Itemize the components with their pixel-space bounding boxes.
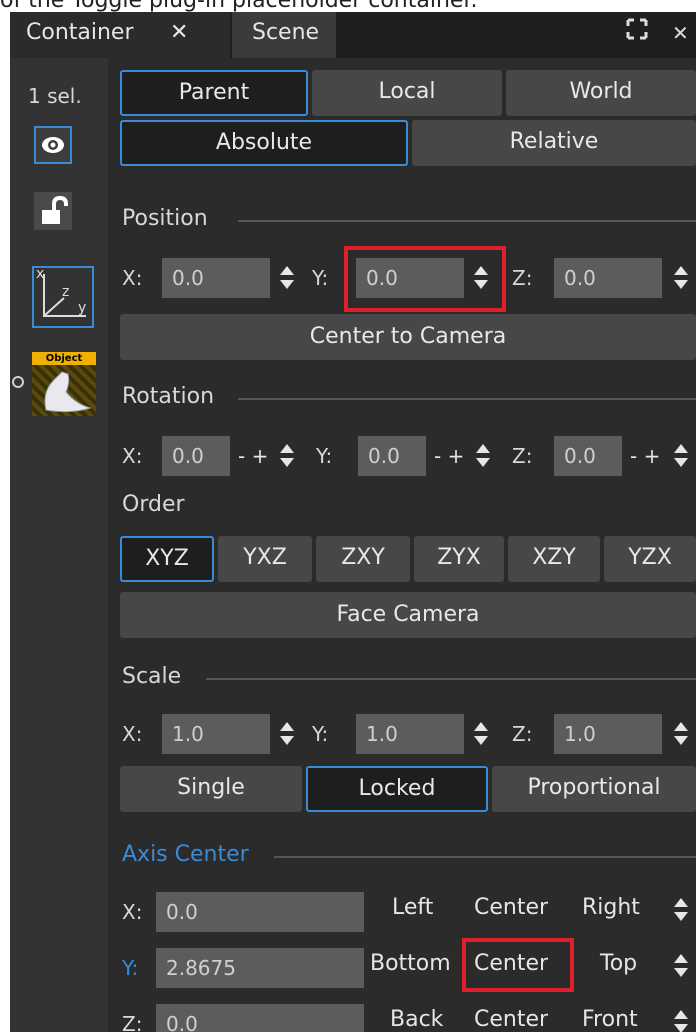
order-title: Order <box>122 492 185 517</box>
axis-y-field[interactable]: 2.8675 <box>156 948 364 988</box>
scale-title: Scale <box>122 664 182 689</box>
tab-scene-label: Scene <box>252 20 320 45</box>
rot-z-spinner[interactable] <box>672 436 688 476</box>
scale-single-button[interactable]: Single <box>120 766 302 812</box>
position-divider <box>238 220 696 222</box>
pos-x-label: X: <box>122 266 143 290</box>
axis-x-spinner[interactable] <box>672 890 688 930</box>
order-xyz-button[interactable]: XYZ <box>120 536 214 582</box>
axis-y-bottom-button[interactable]: Bottom <box>370 944 451 984</box>
order-zyx-button[interactable]: ZYX <box>414 536 504 582</box>
rot-x-plusminus[interactable]: - + <box>238 436 268 476</box>
axis-x-right-button[interactable]: Right <box>582 888 640 928</box>
pos-z-label: Z: <box>512 266 533 290</box>
axis-y-spinner[interactable] <box>672 946 688 986</box>
axis-z-center-button[interactable]: Center <box>474 1000 548 1032</box>
rotation-divider <box>238 398 696 400</box>
coord-world-button[interactable]: World <box>506 70 696 116</box>
scale-x-spinner[interactable] <box>278 714 294 754</box>
axis-y-top-button[interactable]: Top <box>600 944 637 984</box>
axis-z-label: Z: <box>122 1012 143 1032</box>
rot-z-plusminus[interactable]: - + <box>630 436 660 476</box>
axis-z-letter: z <box>62 284 70 300</box>
object-thumbnail[interactable]: Object <box>32 352 96 416</box>
axis-center-divider <box>274 856 696 858</box>
axis-y-center-highlight-box <box>462 938 574 992</box>
order-yzx-button[interactable]: YZX <box>604 536 696 582</box>
coord-parent-button[interactable]: Parent <box>120 70 308 116</box>
rot-z-field[interactable]: 0.0 <box>554 436 622 476</box>
scale-divider <box>206 678 696 680</box>
order-zxy-button[interactable]: ZXY <box>316 536 410 582</box>
relative-button[interactable]: Relative <box>412 120 696 166</box>
selection-count: 1 sel. <box>28 84 82 108</box>
eye-icon <box>42 137 64 153</box>
pos-y-label: Y: <box>312 266 329 290</box>
scale-x-field[interactable]: 1.0 <box>162 714 270 754</box>
axis-y-letter: y <box>78 300 87 316</box>
tab-container[interactable]: Container ✕ <box>10 12 230 58</box>
visibility-toggle[interactable] <box>34 126 72 164</box>
pos-z-field[interactable]: 0.0 <box>554 258 662 298</box>
transform-editor: Parent Local World Absolute Relative Pos… <box>120 58 696 1032</box>
object-shape-icon <box>44 371 92 413</box>
pos-y-highlight-box <box>344 246 506 312</box>
order-xzy-button[interactable]: XZY <box>508 536 600 582</box>
coord-local-button[interactable]: Local <box>312 70 502 116</box>
close-icon[interactable]: ✕ <box>672 12 689 58</box>
scale-z-spinner[interactable] <box>672 714 688 754</box>
lock-toggle[interactable] <box>34 192 72 230</box>
scale-z-label: Z: <box>512 722 533 746</box>
rotation-title: Rotation <box>122 384 215 409</box>
rot-x-label: X: <box>122 444 143 468</box>
radio-icon[interactable] <box>12 376 24 388</box>
axis-z-back-button[interactable]: Back <box>390 1000 443 1032</box>
scale-z-field[interactable]: 1.0 <box>554 714 662 754</box>
absolute-button[interactable]: Absolute <box>120 120 408 166</box>
maximize-icon[interactable] <box>626 12 648 58</box>
scale-y-field[interactable]: 1.0 <box>356 714 464 754</box>
tab-bar: Container ✕ Scene ✕ <box>10 12 696 58</box>
axis-z-spinner[interactable] <box>672 1002 688 1032</box>
scale-x-label: X: <box>122 722 143 746</box>
axis-x-label: X: <box>122 900 143 924</box>
tab-container-label: Container <box>26 20 134 45</box>
axis-z-field[interactable]: 0.0 <box>156 1004 364 1032</box>
rot-x-spinner[interactable] <box>278 436 294 476</box>
rot-z-label: Z: <box>512 444 533 468</box>
rot-x-field[interactable]: 0.0 <box>162 436 230 476</box>
pos-z-spinner[interactable] <box>672 258 688 298</box>
sidebar: 1 sel. x z y Object <box>10 58 108 1032</box>
face-camera-button[interactable]: Face Camera <box>120 592 696 638</box>
rot-y-label: Y: <box>316 444 333 468</box>
rot-y-spinner[interactable] <box>474 436 490 476</box>
container-panel: Container ✕ Scene ✕ 1 sel. x z y Object … <box>10 12 696 1032</box>
rot-y-plusminus[interactable]: - + <box>434 436 464 476</box>
axis-y-label: Y: <box>122 956 139 980</box>
pos-x-field[interactable]: 0.0 <box>162 258 270 298</box>
caption-text: of the Toggle plug-in placeholder contai… <box>0 0 696 12</box>
scale-locked-button[interactable]: Locked <box>306 766 488 812</box>
tab-close-icon[interactable]: ✕ <box>170 12 188 54</box>
scale-y-label: Y: <box>312 722 329 746</box>
rot-y-field[interactable]: 0.0 <box>358 436 426 476</box>
position-title: Position <box>122 206 208 231</box>
tab-scene[interactable]: Scene <box>232 12 336 58</box>
pos-x-spinner[interactable] <box>278 258 294 298</box>
axis-gizmo-icon[interactable]: x z y <box>32 266 94 328</box>
unlock-icon <box>42 195 68 224</box>
axis-center-title: Axis Center <box>122 842 249 867</box>
center-to-camera-button[interactable]: Center to Camera <box>120 314 696 360</box>
axis-x-letter: x <box>36 266 45 282</box>
axis-z-front-button[interactable]: Front <box>582 1000 638 1032</box>
scale-y-spinner[interactable] <box>472 714 488 754</box>
scale-proportional-button[interactable]: Proportional <box>492 766 696 812</box>
axis-x-left-button[interactable]: Left <box>392 888 433 928</box>
axis-x-field[interactable]: 0.0 <box>156 892 364 932</box>
order-yxz-button[interactable]: YXZ <box>218 536 312 582</box>
axis-x-center-button[interactable]: Center <box>474 888 548 928</box>
